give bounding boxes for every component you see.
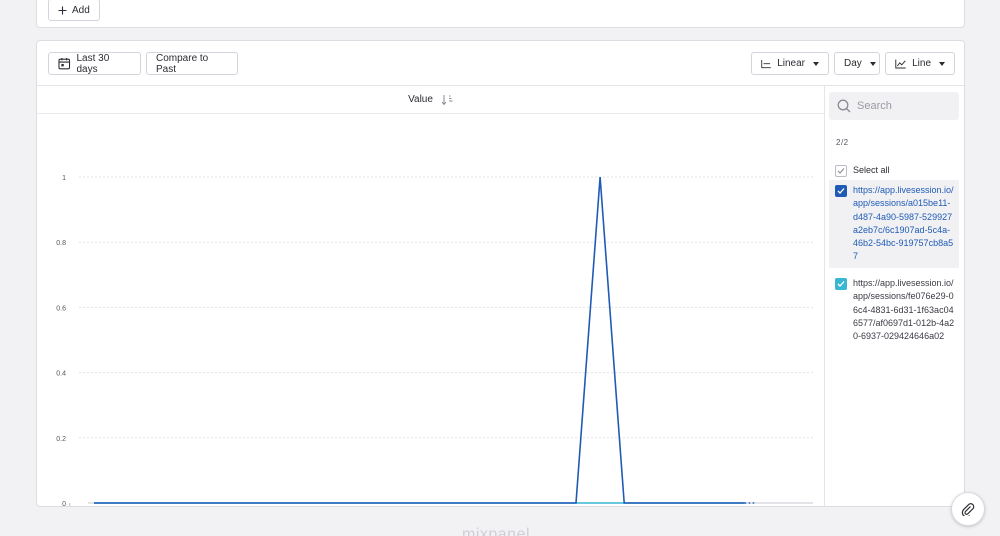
y-tick-label: 0.8	[56, 240, 66, 247]
y-tick-label: 0.6	[56, 305, 66, 312]
y-tick-label: 0.4	[56, 371, 66, 378]
legend-search[interactable]	[829, 92, 959, 120]
search-input[interactable]	[857, 100, 949, 112]
date-range-label: Last 30 days	[76, 52, 110, 75]
interval-dropdown[interactable]: Day	[834, 52, 880, 75]
legend-item[interactable]: https://app.livesession.io/app/sessions/…	[829, 180, 959, 268]
chart-type-label: Line	[912, 58, 931, 69]
add-button[interactable]: Add	[48, 0, 100, 21]
plus-icon	[58, 6, 67, 14]
legend-item[interactable]: https://app.livesession.io/app/sessions/…	[829, 273, 959, 347]
calendar-icon	[58, 58, 71, 70]
scale-dropdown[interactable]: Linear	[751, 52, 829, 75]
chevron-down-icon	[939, 61, 945, 66]
chevron-down-icon	[813, 61, 819, 66]
series-line-2	[94, 176, 745, 504]
axis-icon	[761, 59, 771, 68]
legend-item-checkbox[interactable]	[835, 185, 847, 197]
compare-button[interactable]: Compare to Past	[146, 52, 238, 75]
check-icon	[837, 167, 845, 174]
legend-item-label: https://app.livesession.io/app/sessions/…	[853, 278, 955, 342]
legend-panel: 2/2 Select all https://app.livesession.i…	[825, 86, 964, 506]
chart-toolbar: Last 30 days Compare to Past Linear Day …	[37, 41, 964, 86]
add-card: Add	[36, 0, 965, 28]
help-button[interactable]	[951, 492, 985, 526]
chevron-down-icon	[869, 61, 876, 66]
scale-label: Linear	[777, 58, 805, 69]
chart-panel: Value 00.20.40.60.81Mon, Jun 1Fri, Jun 5…	[37, 86, 825, 506]
compare-label: Compare to Past	[156, 52, 209, 75]
report-card: Last 30 days Compare to Past Linear Day …	[36, 40, 965, 507]
date-range-button[interactable]: Last 30 days	[48, 52, 141, 75]
legend-item-label: https://app.livesession.io/app/sessions/…	[853, 185, 954, 262]
y-tick-label: 0	[62, 501, 66, 507]
line-chart-icon	[895, 59, 906, 68]
select-all-checkbox[interactable]	[835, 164, 847, 177]
interval-label: Day	[844, 58, 862, 69]
y-tick-label: 1	[62, 175, 66, 182]
select-all-label: Select all	[853, 165, 890, 175]
line-chart: 00.20.40.60.81Mon, Jun 1Fri, Jun 5Tue, J…	[56, 175, 813, 507]
paperclip-icon	[961, 503, 975, 516]
chart-type-dropdown[interactable]: Line	[885, 52, 955, 75]
check-icon	[837, 188, 845, 194]
brand-logo: mixpanel	[462, 526, 531, 536]
y-tick-label: 0.2	[56, 436, 66, 443]
select-all-row[interactable]: Select all	[829, 159, 959, 181]
search-icon	[837, 99, 851, 113]
check-icon	[837, 281, 845, 287]
add-label: Add	[72, 4, 90, 16]
legend-item-checkbox[interactable]	[835, 278, 847, 290]
selection-count: 2/2	[836, 138, 849, 147]
